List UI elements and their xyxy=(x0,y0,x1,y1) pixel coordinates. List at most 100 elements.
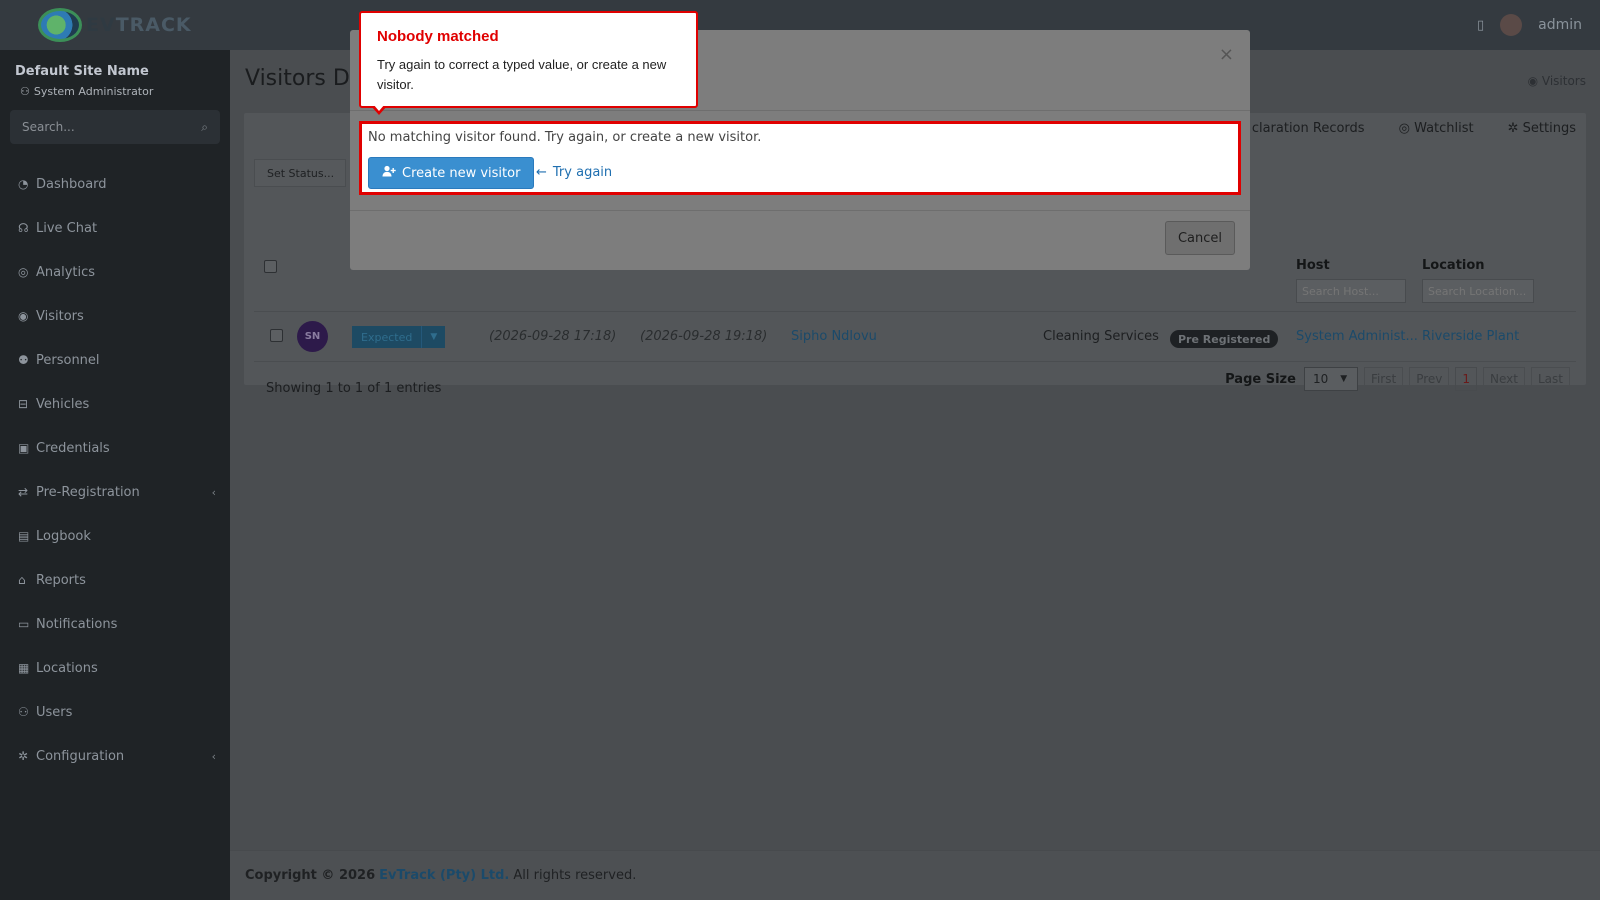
sidebar-item-credentials[interactable]: ▣ Credentials xyxy=(0,426,230,470)
users-icon: ⚉ xyxy=(18,353,29,367)
sidebar-item-logbook[interactable]: ▤ Logbook xyxy=(0,514,230,558)
breadcrumb-label: Visitors xyxy=(1541,74,1586,88)
sidebar-item-notifications[interactable]: ▭ Notifications xyxy=(0,602,230,646)
navbar-right: ▯ admin xyxy=(1477,0,1582,50)
table-divider xyxy=(254,311,1576,312)
tab-declaration-records[interactable]: claration Records xyxy=(1252,121,1365,136)
sidebar-item-label: Live Chat xyxy=(36,220,98,236)
try-again-label: Try again xyxy=(552,165,613,180)
dashboard-icon: ◔ xyxy=(18,177,29,191)
tooltip-arrow xyxy=(371,104,387,115)
brand-logo[interactable]: EVTRACK xyxy=(0,0,230,50)
row-checkbox[interactable] xyxy=(270,329,283,342)
sidebar-item-analytics[interactable]: ◎ Analytics xyxy=(0,250,230,294)
sidebar-item-live-chat[interactable]: ☊ Live Chat xyxy=(0,206,230,250)
sidebar-item-label: Configuration xyxy=(36,748,125,764)
sidebar-item-pre-registration[interactable]: ⇄ Pre-Registration ‹ xyxy=(0,470,230,514)
chevron-down-icon: ▼ xyxy=(1340,374,1348,384)
search-icon[interactable]: ⌕ xyxy=(201,120,208,135)
sidebar-item-label: Users xyxy=(36,704,73,720)
entries-summary: Showing 1 to 1 of 1 entries xyxy=(266,381,442,396)
page-size-label: Page Size xyxy=(1225,371,1296,387)
prev-page-button[interactable]: Prev xyxy=(1409,367,1450,391)
sidebar-item-label: Locations xyxy=(36,660,98,676)
gear-icon: ✲ xyxy=(18,749,29,763)
building-icon[interactable]: ▯ xyxy=(1477,18,1484,33)
eye-icon: ◉ xyxy=(18,309,29,323)
logo-icon xyxy=(38,8,82,42)
chevron-left-icon: ‹ xyxy=(211,485,216,499)
sidebar-search-input[interactable] xyxy=(22,120,162,134)
footer: Copyright © 2026 EvTrack (Pty) Ltd. All … xyxy=(230,850,1600,900)
sidebar-item-label: Credentials xyxy=(36,440,110,456)
sidebar-item-users[interactable]: ⚇ Users xyxy=(0,690,230,734)
status-label: Expected xyxy=(361,330,413,344)
site-name: Default Site Name xyxy=(15,64,149,79)
sidebar-item-vehicles[interactable]: ⊟ Vehicles xyxy=(0,382,230,426)
avatar: SN xyxy=(297,321,328,352)
set-status-select[interactable]: Set Status... xyxy=(254,159,346,187)
breadcrumb[interactable]: ◉ Visitors xyxy=(1528,74,1586,88)
end-time: (2026-09-28 19:18) xyxy=(640,329,768,344)
username[interactable]: admin xyxy=(1538,17,1582,33)
sidebar-menu: ◔ Dashboard ☊ Live Chat ◎ Analytics ◉ Visito… xyxy=(0,162,230,778)
sidebar-item-configuration[interactable]: ✲ Configuration ‹ xyxy=(0,734,230,778)
sidebar-item-visitors[interactable]: ◉ Visitors xyxy=(0,294,230,338)
sidebar-item-reports[interactable]: ⌂ Reports xyxy=(0,558,230,602)
next-page-button[interactable]: Next xyxy=(1483,367,1525,391)
role-label: System Administrator xyxy=(33,85,154,98)
first-page-button[interactable]: First xyxy=(1363,367,1404,391)
user-cog-icon: ⚇ xyxy=(18,705,29,719)
select-all-checkbox[interactable] xyxy=(264,260,277,273)
cancel-button[interactable]: Cancel xyxy=(1164,221,1235,255)
page-title: Visitors Da xyxy=(245,66,364,91)
page-size-select[interactable]: 10 ▼ xyxy=(1303,367,1358,391)
create-visitor-label: Create new visitor xyxy=(402,165,521,181)
sidebar-item-personnel[interactable]: ⚉ Personnel xyxy=(0,338,230,382)
tooltip-body: Try again to correct a typed value, or c… xyxy=(377,57,667,92)
close-icon[interactable]: × xyxy=(1219,44,1234,65)
try-again-link[interactable]: ← Try again xyxy=(536,165,612,180)
sidebar-item-label: Pre-Registration xyxy=(36,484,140,500)
caret-down-icon: ▼ xyxy=(421,326,445,348)
report-icon: ⌂ xyxy=(18,573,26,587)
book-icon: ▤ xyxy=(18,529,30,543)
tab-watchlist[interactable]: ◎ Watchlist xyxy=(1399,121,1474,136)
id-card-icon: ▣ xyxy=(18,441,30,455)
car-icon: ⊟ xyxy=(18,397,29,411)
tooltip-title: Nobody matched xyxy=(377,28,499,45)
sidebar-item-label: Dashboard xyxy=(36,176,107,192)
host-filter-input[interactable] xyxy=(1296,279,1406,303)
location-link[interactable]: Riverside Plant xyxy=(1422,329,1519,344)
sidebar-item-dashboard[interactable]: ◔ Dashboard xyxy=(0,162,230,206)
start-time: (2026-09-28 17:18) xyxy=(489,329,617,344)
sidebar-item-label: Visitors xyxy=(36,308,84,324)
copyright-text: Copyright © 2026 xyxy=(245,868,376,883)
building-icon: ▦ xyxy=(18,661,30,675)
tab-settings[interactable]: ✲ Settings xyxy=(1508,121,1576,136)
page-size-value: 10 xyxy=(1312,372,1329,386)
arrow-left-icon: ← xyxy=(536,165,547,180)
visitor-name-link[interactable]: Sipho Ndlovu xyxy=(791,329,877,344)
user-plus-icon xyxy=(382,165,396,181)
host-link[interactable]: System Administ... xyxy=(1296,329,1418,344)
row-status-dropdown[interactable]: Expected ▼ xyxy=(352,326,446,348)
chevron-left-icon: ‹ xyxy=(211,749,216,763)
location-column-header[interactable]: Location xyxy=(1422,258,1485,273)
no-match-message: No matching visitor found. Try again, or… xyxy=(368,130,762,145)
company-link[interactable]: EvTrack (Pty) Ltd. xyxy=(379,868,509,883)
pagination: Page Size 10 ▼ First Prev 1 Next Last xyxy=(1225,367,1570,391)
sidebar-item-label: Personnel xyxy=(36,352,100,368)
create-visitor-button[interactable]: Create new visitor xyxy=(368,157,535,189)
location-filter-input[interactable] xyxy=(1422,279,1534,303)
tab-label: Watchlist xyxy=(1414,121,1474,136)
avatar[interactable] xyxy=(1500,14,1523,36)
eye-icon: ◉ xyxy=(1527,74,1542,88)
last-page-button[interactable]: Last xyxy=(1531,367,1570,391)
host-column-header[interactable]: Host xyxy=(1296,258,1330,273)
brand-name-rest: TRACK xyxy=(115,14,192,36)
no-match-panel: No matching visitor found. Try again, or… xyxy=(359,121,1241,195)
current-page-button[interactable]: 1 xyxy=(1455,367,1478,391)
sidebar-item-locations[interactable]: ▦ Locations xyxy=(0,646,230,690)
modal-divider xyxy=(350,210,1250,211)
